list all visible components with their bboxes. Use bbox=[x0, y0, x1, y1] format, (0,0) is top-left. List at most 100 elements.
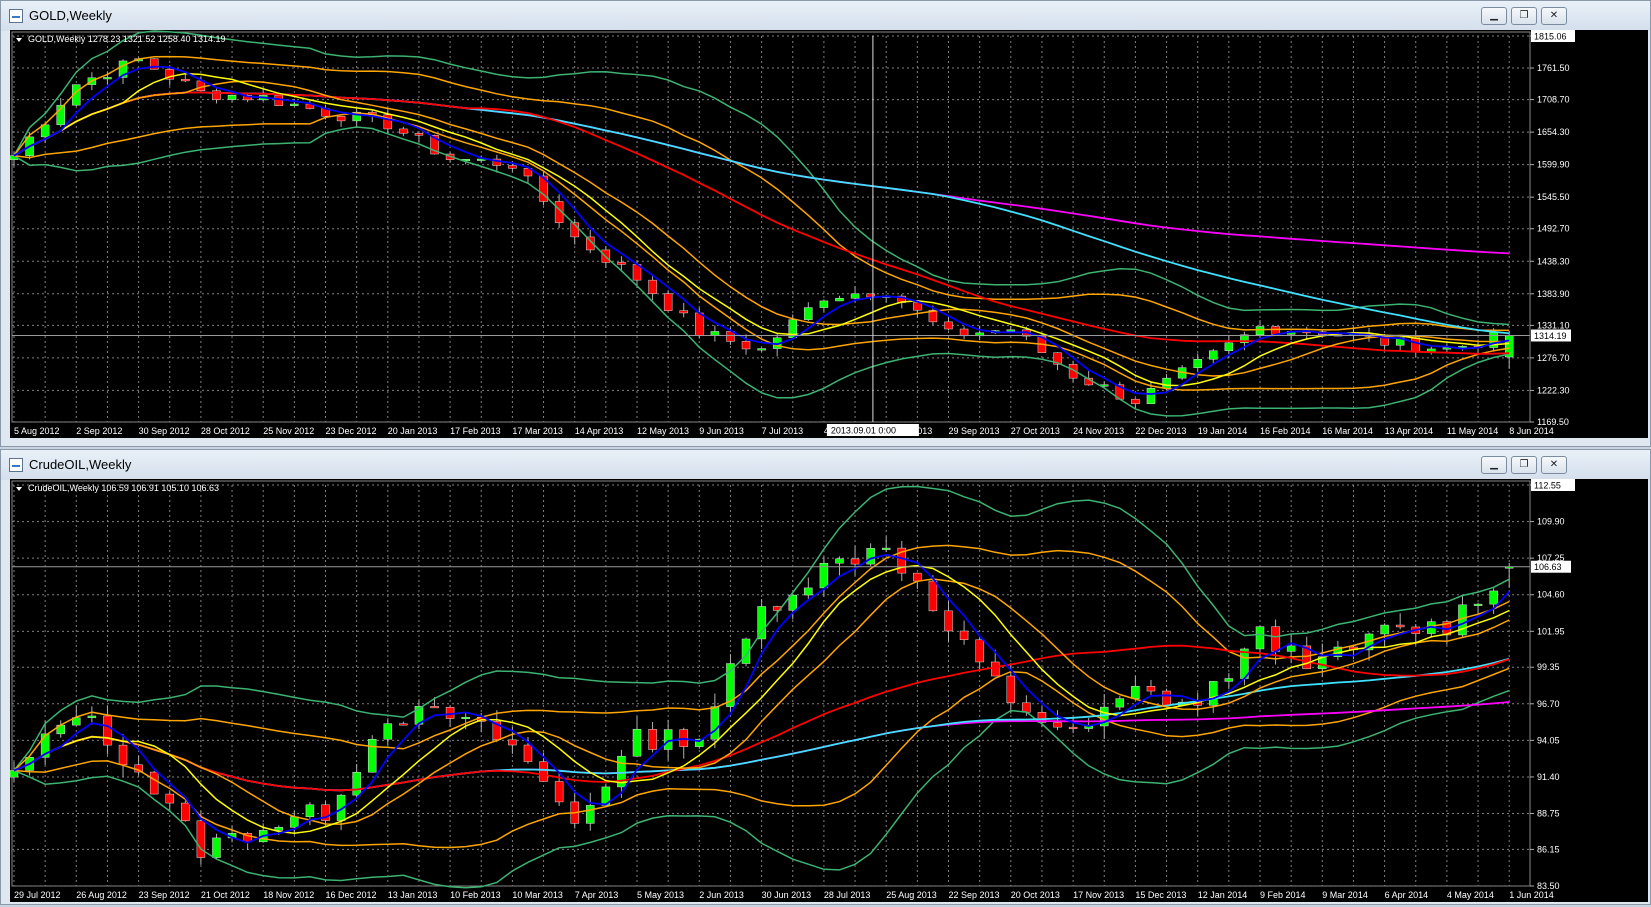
candle-body bbox=[290, 816, 299, 828]
info-dropdown-icon bbox=[16, 38, 22, 42]
x-tick-label: 15 Dec 2013 bbox=[1135, 890, 1186, 900]
candle-body bbox=[539, 761, 548, 782]
y-tick-label: 96.70 bbox=[1537, 699, 1560, 709]
x-tick-label: 13 Jan 2013 bbox=[388, 890, 438, 900]
x-tick-label: 16 Dec 2012 bbox=[326, 890, 377, 900]
y-tick-label: 104.60 bbox=[1537, 590, 1565, 600]
candle-body bbox=[586, 805, 595, 824]
candle-body bbox=[1131, 398, 1140, 405]
x-tick-label: 10 Feb 2013 bbox=[450, 890, 501, 900]
candle-body bbox=[1006, 329, 1016, 332]
x-tick-label: 9 Feb 2014 bbox=[1260, 890, 1306, 900]
x-tick-label: 23 Dec 2012 bbox=[326, 426, 377, 436]
gold-chart-area[interactable]: 1815.06 1761.50 1708.70 1654.30 1599.90 1545.… bbox=[9, 30, 1648, 438]
y-tick-label: 1761.50 bbox=[1537, 63, 1570, 73]
gold-price-chart[interactable]: 1815.06 1761.50 1708.70 1654.30 1599.90 1545.… bbox=[9, 30, 1648, 438]
candle-body bbox=[1193, 359, 1202, 368]
candle-body bbox=[648, 279, 657, 294]
candle-body bbox=[103, 715, 112, 746]
x-tick-label: 20 Jan 2013 bbox=[388, 426, 438, 436]
candle-body bbox=[1224, 342, 1234, 351]
candle-body bbox=[290, 103, 299, 106]
candle-body bbox=[1380, 624, 1389, 635]
x-tick-label: 11 May 2014 bbox=[1447, 426, 1498, 436]
x-tick-label: 6 Apr 2014 bbox=[1385, 890, 1429, 900]
candle-body bbox=[1068, 726, 1078, 729]
candle-body bbox=[554, 781, 564, 803]
candle-body bbox=[1162, 690, 1171, 706]
gold-chart-window[interactable]: GOLD,Weekly ▁ ❐ ✕ 1815.061761.501708.701… bbox=[0, 0, 1651, 447]
candle-body bbox=[757, 606, 766, 640]
candle-body bbox=[990, 661, 1000, 677]
plot-frame bbox=[11, 480, 1531, 887]
candle-body bbox=[103, 77, 112, 80]
x-tick-label: 12 May 2013 bbox=[637, 426, 689, 436]
candle-body bbox=[1022, 702, 1031, 713]
x-tick-label: 5 Aug 2012 bbox=[14, 426, 60, 436]
x-tick-label: 17 Feb 2013 bbox=[450, 426, 501, 436]
candle-body bbox=[648, 728, 657, 750]
last-price-label: 1314.19 bbox=[1534, 331, 1567, 341]
candle-body bbox=[1146, 388, 1156, 405]
gold-title-bar[interactable]: GOLD,Weekly ▁ ❐ ✕ bbox=[1, 1, 1650, 31]
x-tick-label: 12 Jan 2014 bbox=[1198, 890, 1248, 900]
oil-chart-window[interactable]: CrudeOIL,Weekly ▁ ❐ ✕ 112.55109.90107.25… bbox=[0, 449, 1651, 905]
minimize-button[interactable]: ▁ bbox=[1481, 7, 1507, 25]
minimize-button[interactable]: ▁ bbox=[1481, 456, 1507, 474]
close-button[interactable]: ✕ bbox=[1541, 7, 1567, 25]
candle-body bbox=[399, 128, 408, 134]
y-tick-label: 99.35 bbox=[1537, 662, 1560, 672]
restore-button[interactable]: ❐ bbox=[1511, 7, 1537, 25]
candle-body bbox=[414, 133, 424, 136]
x-tick-label: 24 Nov 2013 bbox=[1073, 426, 1124, 436]
candle-body bbox=[1395, 624, 1405, 628]
x-tick-label: 8 Jun 2014 bbox=[1509, 426, 1554, 436]
candle-body bbox=[336, 115, 346, 122]
candle-body bbox=[757, 348, 766, 351]
candle-body bbox=[274, 95, 284, 106]
candle-body bbox=[679, 310, 688, 314]
x-tick-label: 9 Jun 2013 bbox=[699, 426, 744, 436]
oil-title-bar[interactable]: CrudeOIL,Weekly ▁ ❐ ✕ bbox=[1, 450, 1650, 480]
y-tick-label: 1331.10 bbox=[1537, 320, 1570, 330]
x-tick-label: 25 Nov 2012 bbox=[263, 426, 314, 436]
close-button[interactable]: ✕ bbox=[1541, 456, 1567, 474]
x-tick-label: 16 Feb 2014 bbox=[1260, 426, 1311, 436]
candle-body bbox=[305, 804, 315, 817]
candle-body bbox=[1146, 685, 1156, 692]
y-tick-label: 91.40 bbox=[1537, 772, 1560, 782]
x-tick-label: 26 Aug 2012 bbox=[76, 890, 127, 900]
x-tick-label: 22 Dec 2013 bbox=[1135, 426, 1186, 436]
x-tick-label: 7 Jul 2013 bbox=[762, 426, 804, 436]
candle-body bbox=[1131, 685, 1140, 699]
ma-4-line bbox=[13, 65, 1510, 395]
oil-chart-area[interactable]: 112.55109.90107.25104.60101.9599.3596.70… bbox=[9, 479, 1648, 902]
candle-body bbox=[118, 744, 128, 766]
oil-window-title: CrudeOIL,Weekly bbox=[29, 457, 132, 472]
x-tick-label: 1 Jun 2014 bbox=[1509, 890, 1554, 900]
candle-body bbox=[819, 300, 829, 308]
candle-body bbox=[1255, 626, 1265, 650]
candle-body bbox=[663, 729, 673, 750]
candle-body bbox=[227, 95, 237, 100]
candle-body bbox=[212, 837, 221, 858]
candle-body bbox=[944, 610, 953, 632]
y-tick-label: 1654.30 bbox=[1537, 127, 1570, 137]
x-tick-label: 10 Mar 2013 bbox=[512, 890, 563, 900]
candle-body bbox=[430, 706, 439, 709]
candle-body bbox=[632, 728, 642, 757]
candle-body bbox=[1053, 722, 1062, 728]
candle-body bbox=[663, 293, 673, 311]
y-tick-label: 1708.70 bbox=[1537, 95, 1570, 105]
candle-body bbox=[508, 739, 517, 746]
candle-body bbox=[461, 716, 470, 719]
y-tick-label: 1438.30 bbox=[1537, 256, 1570, 266]
candle-body bbox=[835, 558, 844, 564]
y-tick-label: 94.05 bbox=[1537, 735, 1560, 745]
restore-button[interactable]: ❐ bbox=[1511, 456, 1537, 474]
candle-body bbox=[1473, 603, 1483, 606]
oil-price-chart[interactable]: 112.55109.90107.25104.60101.9599.3596.70… bbox=[9, 479, 1648, 902]
y-tick-label: 1599.90 bbox=[1537, 160, 1570, 170]
candle-body bbox=[850, 558, 860, 565]
x-tick-label: 29 Sep 2013 bbox=[949, 426, 1000, 436]
